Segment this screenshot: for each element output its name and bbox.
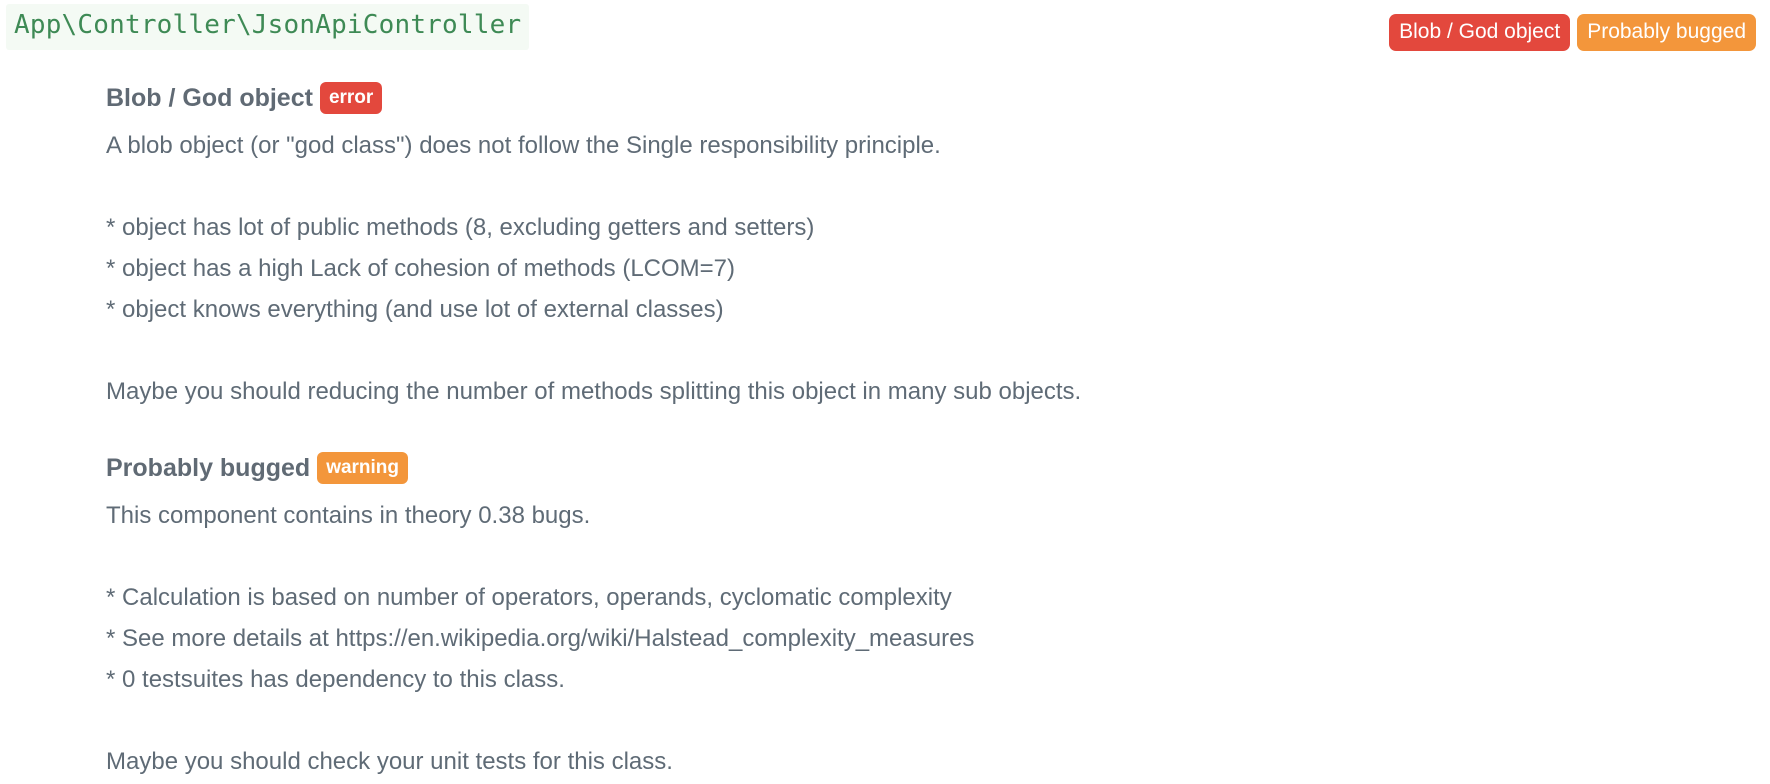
description-line: * 0 testsuites has dependency to this cl… — [106, 666, 565, 693]
description-line: Maybe you should reducing the number of … — [106, 378, 1082, 405]
violation-description: This component contains in theory 0.38 b… — [106, 495, 1666, 782]
class-name: App\Controller\JsonApiController — [6, 4, 530, 50]
violation-blob-god-object: Blob / God object error A blob object (o… — [106, 78, 1666, 412]
violations-list: Blob / God object error A blob object (o… — [106, 78, 1666, 782]
description-blank-line — [106, 536, 1666, 577]
probably-bugged-badge[interactable]: Probably bugged — [1577, 14, 1756, 51]
violation-probably-bugged: Probably bugged warning This component c… — [106, 448, 1666, 782]
level-badge-error: error — [319, 82, 383, 114]
description-blank-line — [106, 166, 1666, 207]
description-line: This component contains in theory 0.38 b… — [106, 502, 591, 529]
blob-god-object-badge[interactable]: Blob / God object — [1389, 14, 1571, 51]
description-line: * object has lot of public methods (8, e… — [106, 214, 815, 241]
violation-title-text: Blob / God object — [106, 83, 313, 112]
class-header: App\Controller\JsonApiController Blob / … — [6, 4, 1756, 52]
violation-title: Probably bugged warning — [106, 448, 1666, 488]
description-line: * Calculation is based on number of oper… — [106, 584, 952, 611]
description-line: A blob object (or "god class") does not … — [106, 132, 941, 159]
description-line: Maybe you should check your unit tests f… — [106, 748, 673, 775]
description-line: * See more details at https://en.wikiped… — [106, 625, 975, 652]
description-blank-line — [106, 700, 1666, 741]
violation-title: Blob / God object error — [106, 78, 1666, 118]
description-line: * object knows everything (and use lot o… — [106, 296, 724, 323]
description-blank-line — [106, 330, 1666, 371]
violation-title-text: Probably bugged — [106, 453, 311, 482]
violation-description: A blob object (or "god class") does not … — [106, 125, 1666, 412]
violation-badges: Blob / God object Probably bugged — [1389, 14, 1756, 51]
level-badge-warning: warning — [317, 452, 409, 484]
description-line: * object has a high Lack of cohesion of … — [106, 255, 736, 282]
